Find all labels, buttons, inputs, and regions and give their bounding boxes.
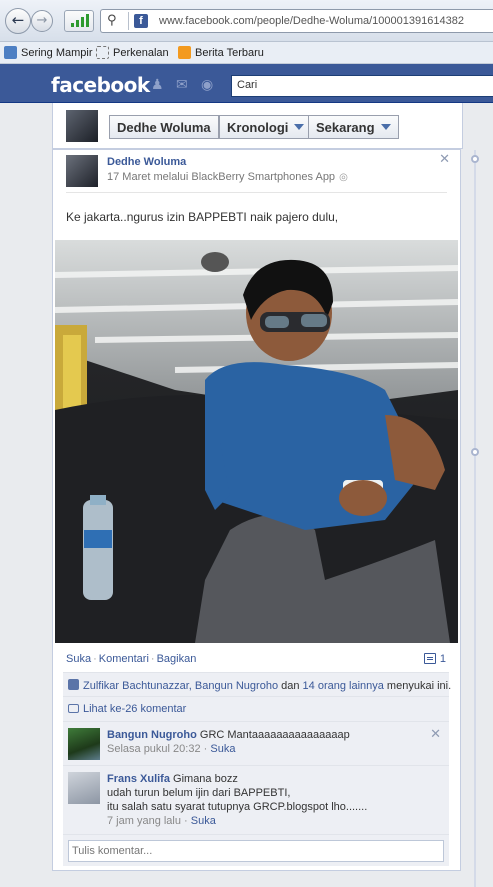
profile-name-button[interactable]: Dedhe Woluma <box>109 115 219 139</box>
likes-row: Zulfikar Bachtunazzar, Bangun Nugroho da… <box>63 672 451 697</box>
messages-icon[interactable]: ✉ <box>176 78 192 92</box>
facebook-favicon-icon: f <box>134 14 148 28</box>
share-count[interactable]: 1 <box>423 653 446 665</box>
close-icon[interactable]: ✕ <box>430 727 441 742</box>
likes-text: Zulfikar Bachtunazzar, Bangun Nugroho da… <box>68 679 451 692</box>
rss-feed-icon <box>178 46 191 59</box>
post-text: Ke jakarta..ngurus izin BAPPEBTI naik pa… <box>66 210 339 224</box>
comment-author[interactable]: Frans Xulifa <box>107 773 170 785</box>
view-comments[interactable]: Lihat ke-26 komentar <box>68 703 186 715</box>
timeline-dot <box>471 448 479 456</box>
comment-link[interactable]: Komentari <box>99 653 149 665</box>
profile-name: Dedhe Woluma <box>117 120 211 135</box>
timeline-post: Dedhe Woluma 17 Maret melalui BlackBerry… <box>52 149 461 871</box>
comment-author[interactable]: Bangun Nugroho <box>107 729 197 741</box>
view-comments-row[interactable]: Lihat ke-26 komentar <box>63 697 449 722</box>
comment-like-link[interactable]: Suka <box>210 743 235 755</box>
bookmarks-bar: Sering Mampir Perkenalan Berita Terbaru <box>0 42 493 64</box>
bookmark-folder-icon <box>4 46 17 59</box>
separator-dot: · <box>200 743 211 755</box>
caret-down-icon <box>380 124 391 130</box>
arrow-left-icon: ← <box>11 11 25 29</box>
comment-text-line-1: Gimana bozz <box>173 773 238 785</box>
comment-time[interactable]: 7 jam yang lalu <box>107 815 181 827</box>
comment-body: Frans Xulifa Gimana bozz udah turun belu… <box>107 772 367 828</box>
url-divider <box>128 12 129 30</box>
back-button[interactable]: ← <box>5 8 31 34</box>
forward-button[interactable]: → <box>31 10 53 32</box>
caret-down-icon <box>294 124 305 130</box>
post-author[interactable]: Dedhe Woluma <box>107 156 186 168</box>
author-avatar[interactable] <box>66 155 98 187</box>
bookmark-berita-terbaru[interactable]: Berita Terbaru <box>178 46 264 59</box>
others-link[interactable]: 14 orang lainnya <box>303 680 384 692</box>
like-link[interactable]: Suka <box>66 653 91 665</box>
likers-link[interactable]: Zulfikar Bachtunazzar, Bangun Nugroho <box>83 680 278 692</box>
profile-navigation-strip: Dedhe Woluma Kronologi Sekarang <box>52 103 463 149</box>
comment-input[interactable]: Tulis komentar... <box>68 840 444 862</box>
separator-dot: · <box>181 815 191 827</box>
facebook-header: facebook ♟ ✉ ◉ Cari <box>0 64 493 103</box>
arrow-right-icon: → <box>36 13 48 28</box>
likes-connector: dan <box>278 680 303 692</box>
url-text: www.facebook.com/people/Dedhe-Woluma/100… <box>159 15 464 27</box>
profile-avatar[interactable] <box>66 110 98 142</box>
post-meta-text[interactable]: 17 Maret melalui BlackBerry Smartphones … <box>107 171 335 183</box>
photo-illustration <box>55 240 458 643</box>
post-photo[interactable] <box>55 240 458 643</box>
comment-bubble-icon <box>68 704 79 713</box>
separator-dot: · <box>93 653 97 665</box>
post-meta: 17 Maret melalui BlackBerry Smartphones … <box>107 171 348 183</box>
notifications-globe-icon[interactable]: ◉ <box>201 78 217 92</box>
timeline-label: Kronologi <box>227 120 289 135</box>
dashed-page-icon <box>96 46 109 59</box>
comment-text-line-3: itu salah satu syarat tutupnya GRCP.blog… <box>107 801 368 813</box>
view-comments-link[interactable]: Lihat ke-26 komentar <box>83 703 186 715</box>
signal-bars-icon[interactable] <box>64 10 94 32</box>
browser-toolbar: ← → ⚲ f www.facebook.com/people/Dedhe-Wo… <box>0 0 493 42</box>
share-count-value: 1 <box>439 653 446 665</box>
close-icon[interactable]: ✕ <box>439 152 450 167</box>
now-dropdown-button[interactable]: Sekarang <box>308 115 399 139</box>
facebook-logo[interactable]: facebook <box>51 73 150 97</box>
comment-like-link[interactable]: Suka <box>191 815 216 827</box>
timeline-dot <box>471 155 479 163</box>
comment-time[interactable]: Selasa pukul 20:32 <box>107 743 201 755</box>
comment-item: Bangun Nugroho GRC Mantaaaaaaaaaaaaaaap … <box>63 722 449 766</box>
comment-text: GRC Mantaaaaaaaaaaaaaaap <box>199 729 350 741</box>
separator-dot: · <box>150 653 155 665</box>
bookmark-perkenalan[interactable]: Perkenalan <box>96 46 169 59</box>
commenter-avatar[interactable] <box>68 728 100 760</box>
timeline-dropdown-button[interactable]: Kronologi <box>219 115 313 139</box>
key-icon: ⚲ <box>107 13 117 28</box>
address-bar[interactable]: ⚲ f www.facebook.com/people/Dedhe-Woluma… <box>100 9 493 33</box>
search-input[interactable]: Cari <box>231 75 493 97</box>
write-comment-row: Tulis komentar... <box>63 835 449 866</box>
comment-body: Bangun Nugroho GRC Mantaaaaaaaaaaaaaaap … <box>107 728 350 756</box>
share-link[interactable]: Bagikan <box>157 653 197 665</box>
comment-item: Frans Xulifa Gimana bozz udah turun belu… <box>63 766 449 835</box>
divider <box>66 192 447 193</box>
bookmark-label: Berita Terbaru <box>195 47 264 59</box>
commenter-avatar[interactable] <box>68 772 100 804</box>
bookmark-label: Sering Mampir <box>21 47 93 59</box>
friend-requests-icon[interactable]: ♟ <box>151 78 167 92</box>
globe-icon[interactable]: ◎ <box>339 172 348 183</box>
now-label: Sekarang <box>316 120 375 135</box>
comment-text-line-2: udah turun belum ijin dari BAPPEBTI, <box>107 787 291 799</box>
likes-suffix: menyukai ini. <box>383 680 452 692</box>
bookmark-sering-mampir[interactable]: Sering Mampir <box>4 46 93 59</box>
bookmark-label: Perkenalan <box>113 47 169 59</box>
thumbs-up-icon <box>68 679 79 690</box>
share-count-icon <box>423 653 436 664</box>
timeline-line <box>474 150 476 887</box>
post-actions: Suka · Komentari · Bagikan <box>66 653 448 665</box>
